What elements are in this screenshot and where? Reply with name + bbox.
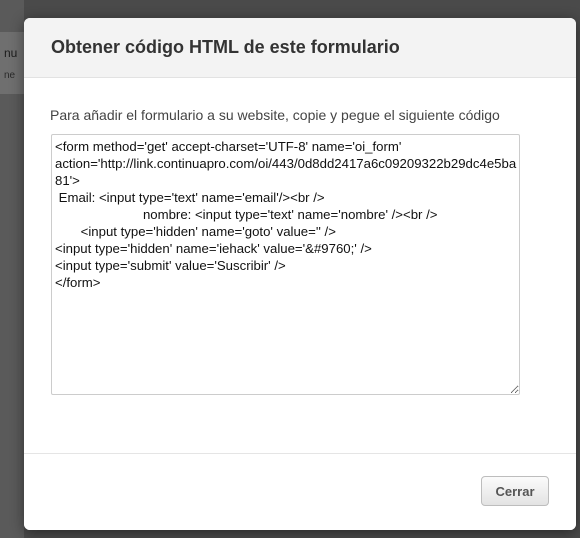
background-toolbar: [0, 32, 24, 94]
dialog-title: Obtener código HTML de este formulario: [51, 37, 400, 57]
html-code-dialog: Obtener código HTML de este formulario P…: [24, 18, 576, 530]
dialog-footer: Cerrar: [24, 453, 576, 530]
dialog-header: Obtener código HTML de este formulario: [24, 18, 576, 78]
dialog-body: Para añadir el formulario a su website, …: [24, 78, 576, 454]
instructions-text: Para añadir el formulario a su website, …: [50, 107, 500, 123]
background-text-2: ne: [4, 70, 16, 81]
background-text-1: nu: [4, 46, 18, 60]
html-code-textarea[interactable]: [51, 134, 520, 395]
background-page: nu ne: [0, 0, 24, 538]
close-button[interactable]: Cerrar: [481, 476, 549, 506]
